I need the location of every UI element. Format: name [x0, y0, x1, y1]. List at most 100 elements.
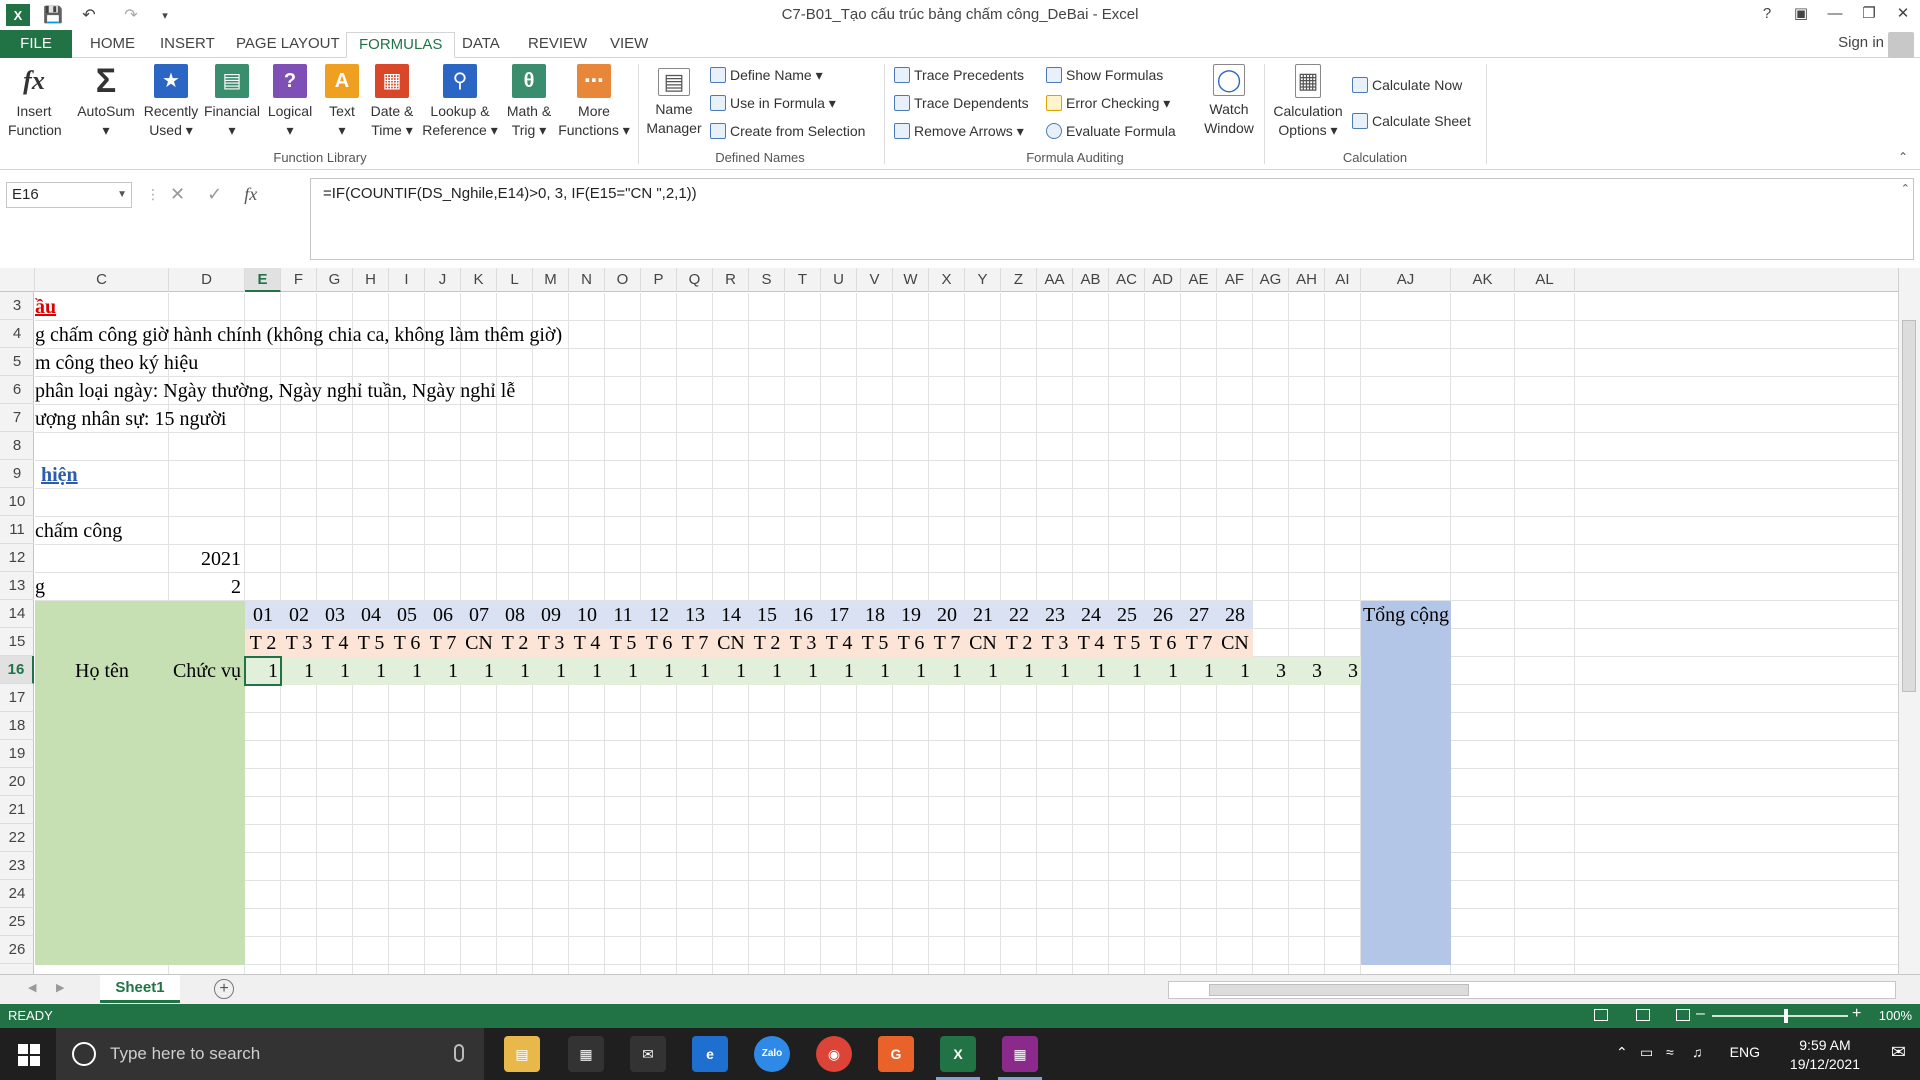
attendance-code-cell[interactable]: 1 — [461, 657, 494, 685]
wifi-icon[interactable]: ≈ — [1666, 1044, 1674, 1060]
attendance-code-cell[interactable]: 1 — [497, 657, 530, 685]
clock[interactable]: 9:59 AM 19/12/2021 — [1790, 1036, 1860, 1074]
weekday-cell[interactable]: T 5 — [605, 629, 641, 657]
column-header[interactable]: AL — [1515, 268, 1575, 292]
battery-icon[interactable]: ▭ — [1640, 1044, 1653, 1061]
row-header[interactable]: 21 — [0, 796, 34, 824]
attendance-code-cell[interactable]: 1 — [893, 657, 926, 685]
math-trig-button[interactable]: θ Math & Trig ▾ — [500, 64, 558, 140]
column-header[interactable]: S — [749, 268, 785, 292]
row-header[interactable]: 24 — [0, 880, 34, 908]
column-header[interactable]: E — [245, 268, 281, 292]
day-number-cell[interactable]: 23 — [1037, 601, 1073, 629]
weekday-cell[interactable]: T 7 — [677, 629, 713, 657]
column-header[interactable]: Z — [1001, 268, 1037, 292]
show-formulas-button[interactable]: Show Formulas — [1046, 64, 1163, 86]
financial-button[interactable]: ▤ Financial ▾ — [200, 64, 264, 140]
weekday-cell[interactable]: T 3 — [533, 629, 569, 657]
weekday-cell[interactable]: T 3 — [1037, 629, 1073, 657]
attendance-code-cell[interactable]: 1 — [533, 657, 566, 685]
tab-data[interactable]: DATA — [450, 32, 512, 58]
cancel-icon[interactable]: ✕ — [170, 184, 185, 205]
attendance-code-cell[interactable]: 1 — [1145, 657, 1178, 685]
attendance-code-cell[interactable]: 1 — [1181, 657, 1214, 685]
column-header[interactable]: H — [353, 268, 389, 292]
column-header[interactable]: Y — [965, 268, 1001, 292]
column-header[interactable]: L — [497, 268, 533, 292]
attendance-code-cell[interactable]: 1 — [389, 657, 422, 685]
name-manager-button[interactable]: ▤ Name Manager — [640, 64, 708, 138]
column-header[interactable]: AF — [1217, 268, 1253, 292]
tab-formulas[interactable]: FORMULAS — [346, 32, 456, 58]
active-cell-e16[interactable] — [244, 656, 282, 686]
day-number-cell[interactable]: 21 — [965, 601, 1001, 629]
logical-button[interactable]: ? Logical ▾ — [264, 64, 316, 140]
trace-dependents-button[interactable]: Trace Dependents — [894, 92, 1029, 114]
column-header[interactable]: O — [605, 268, 641, 292]
column-header[interactable]: T — [785, 268, 821, 292]
tab-view[interactable]: VIEW — [598, 32, 660, 58]
column-header[interactable]: AG — [1253, 268, 1289, 292]
attendance-code-cell[interactable]: 1 — [1037, 657, 1070, 685]
sign-in-link[interactable]: Sign in — [1838, 34, 1884, 51]
column-header[interactable]: AK — [1451, 268, 1515, 292]
day-number-cell[interactable]: 15 — [749, 601, 785, 629]
notifications-icon[interactable]: ✉ — [1891, 1042, 1906, 1063]
attendance-code-cell[interactable]: 1 — [821, 657, 854, 685]
day-number-cell[interactable]: 08 — [497, 601, 533, 629]
tab-home[interactable]: HOME — [78, 32, 147, 58]
add-sheet-button[interactable]: + — [214, 979, 234, 999]
day-number-cell[interactable]: 22 — [1001, 601, 1037, 629]
attendance-code-cell[interactable]: 1 — [1001, 657, 1034, 685]
avatar[interactable] — [1888, 32, 1914, 58]
weekday-cell[interactable]: T 6 — [893, 629, 929, 657]
column-header[interactable]: R — [713, 268, 749, 292]
use-in-formula-button[interactable]: Use in Formula ▾ — [710, 92, 836, 114]
worksheet-grid[interactable]: C D E F G H I J K L M N O P Q R S T U V W X Y Z AA AB AC AD AE AF AG AH… — [0, 268, 1902, 974]
attendance-code-cell[interactable]: 1 — [1073, 657, 1106, 685]
row-header[interactable]: 18 — [0, 712, 34, 740]
weekday-cell[interactable]: T 2 — [1001, 629, 1037, 657]
row-header[interactable]: 7 — [0, 404, 34, 432]
attendance-code-cell[interactable]: 1 — [605, 657, 638, 685]
day-number-cell[interactable]: 04 — [353, 601, 389, 629]
row-header[interactable]: 10 — [0, 488, 34, 516]
attendance-code-cell[interactable]: 3 — [1289, 657, 1322, 685]
column-header[interactable]: Q — [677, 268, 713, 292]
horizontal-scrollbar[interactable] — [1168, 981, 1896, 999]
calculate-now-button[interactable]: Calculate Now — [1352, 74, 1462, 96]
microphone-icon[interactable] — [454, 1044, 464, 1062]
select-all-corner[interactable] — [0, 268, 35, 292]
trace-precedents-button[interactable]: Trace Precedents — [894, 64, 1024, 86]
zoom-out-icon[interactable]: – — [1696, 1005, 1705, 1023]
row-header[interactable]: 26 — [0, 936, 34, 964]
minimize-icon[interactable]: — — [1818, 0, 1852, 30]
volume-icon[interactable]: ♫ — [1692, 1044, 1703, 1060]
enter-check-icon[interactable]: ✓ — [207, 184, 222, 205]
row-header[interactable]: 23 — [0, 852, 34, 880]
error-checking-button[interactable]: Error Checking ▾ — [1046, 92, 1170, 114]
restore-icon[interactable]: ❐ — [1852, 0, 1886, 30]
column-header[interactable]: AJ — [1361, 268, 1451, 292]
day-number-cell[interactable]: 24 — [1073, 601, 1109, 629]
column-header[interactable]: K — [461, 268, 497, 292]
column-header[interactable]: I — [389, 268, 425, 292]
ribbon-display-icon[interactable]: ▣ — [1784, 0, 1818, 30]
weekday-cell[interactable]: CN — [1217, 629, 1253, 657]
foxit-pdf-icon[interactable]: G — [878, 1036, 914, 1072]
row-header[interactable]: 22 — [0, 824, 34, 852]
tab-page-layout[interactable]: PAGE LAYOUT — [224, 32, 352, 58]
day-number-cell[interactable]: 13 — [677, 601, 713, 629]
column-header[interactable]: AA — [1037, 268, 1073, 292]
cells-area[interactable]: ầu g chấm công giờ hành chính (không chia… — [35, 293, 1902, 974]
expand-formula-icon[interactable]: ⌃ — [1901, 182, 1910, 195]
weekday-cell[interactable]: T 7 — [1181, 629, 1217, 657]
zoom-slider-thumb[interactable] — [1784, 1009, 1788, 1023]
normal-view-icon[interactable] — [1594, 1009, 1608, 1021]
calculation-options-button[interactable]: ▦ Calculation Options ▾ — [1266, 64, 1350, 140]
day-number-cell[interactable]: 19 — [893, 601, 929, 629]
column-header[interactable]: AB — [1073, 268, 1109, 292]
weekday-cell[interactable]: T 4 — [569, 629, 605, 657]
attendance-code-cell[interactable]: 1 — [929, 657, 962, 685]
day-number-cell[interactable]: 06 — [425, 601, 461, 629]
